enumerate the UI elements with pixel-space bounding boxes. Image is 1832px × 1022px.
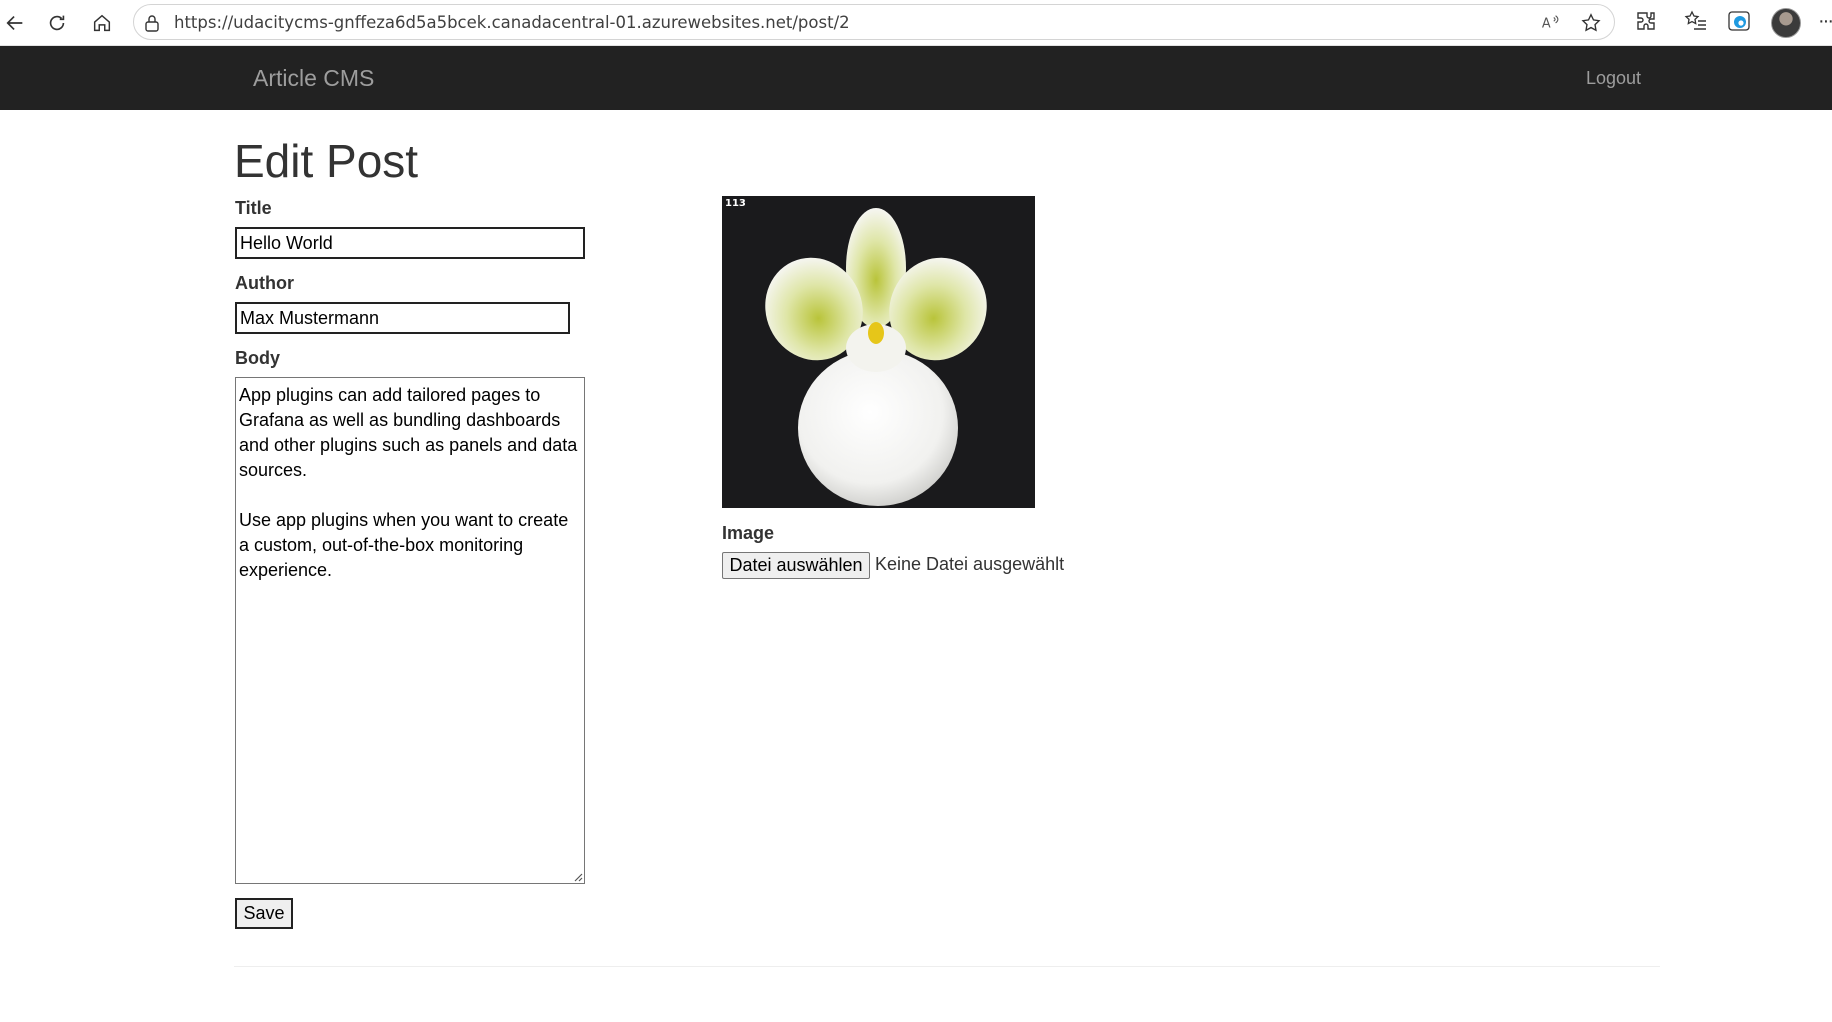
post-image: 113: [722, 196, 1035, 508]
image-label: Image: [722, 523, 775, 543]
author-input[interactable]: [235, 302, 570, 334]
page-title: Edit Post: [234, 135, 419, 187]
favorites-list-icon[interactable]: [1684, 9, 1708, 33]
body-label: Body: [235, 348, 280, 368]
image-number-label: 113: [725, 198, 746, 209]
back-button[interactable]: [0, 8, 30, 38]
puzzle-icon[interactable]: [1634, 9, 1658, 33]
home-icon: [93, 14, 111, 32]
home-button[interactable]: [87, 8, 117, 38]
title-label: Title: [235, 198, 272, 218]
footer-divider: [234, 966, 1660, 967]
profile-avatar[interactable]: [1771, 8, 1801, 38]
edge-icon[interactable]: [1727, 9, 1751, 33]
arrow-left-icon: [6, 15, 23, 31]
browser-toolbar: https://udacitycms-gnffeza6d5a5bcek.cana…: [0, 0, 1832, 46]
choose-file-button[interactable]: Datei auswählen: [722, 552, 870, 579]
brand-link[interactable]: Article CMS: [253, 65, 374, 92]
more-icon[interactable]: ···: [1818, 10, 1832, 33]
resize-grip-icon[interactable]: [573, 872, 583, 882]
body-textarea[interactable]: App plugins can add tailored pages to Gr…: [235, 377, 585, 884]
read-aloud-icon[interactable]: A: [1540, 12, 1562, 34]
app-navbar: Article CMS Logout: [0, 46, 1832, 110]
title-input[interactable]: [235, 227, 585, 259]
refresh-icon: [49, 15, 65, 31]
author-label: Author: [235, 273, 294, 293]
logout-link[interactable]: Logout: [1586, 68, 1641, 89]
lock-icon: [145, 15, 159, 32]
orchid-image: [765, 208, 987, 506]
save-button[interactable]: Save: [235, 898, 293, 929]
star-icon[interactable]: [1580, 12, 1602, 34]
address-bar[interactable]: https://udacitycms-gnffeza6d5a5bcek.cana…: [133, 4, 1615, 40]
refresh-button[interactable]: [42, 8, 72, 38]
file-status-text: Keine Datei ausgewählt: [875, 554, 1065, 574]
url-text: https://udacitycms-gnffeza6d5a5bcek.cana…: [174, 13, 850, 32]
svg-text:A: A: [1542, 17, 1551, 32]
